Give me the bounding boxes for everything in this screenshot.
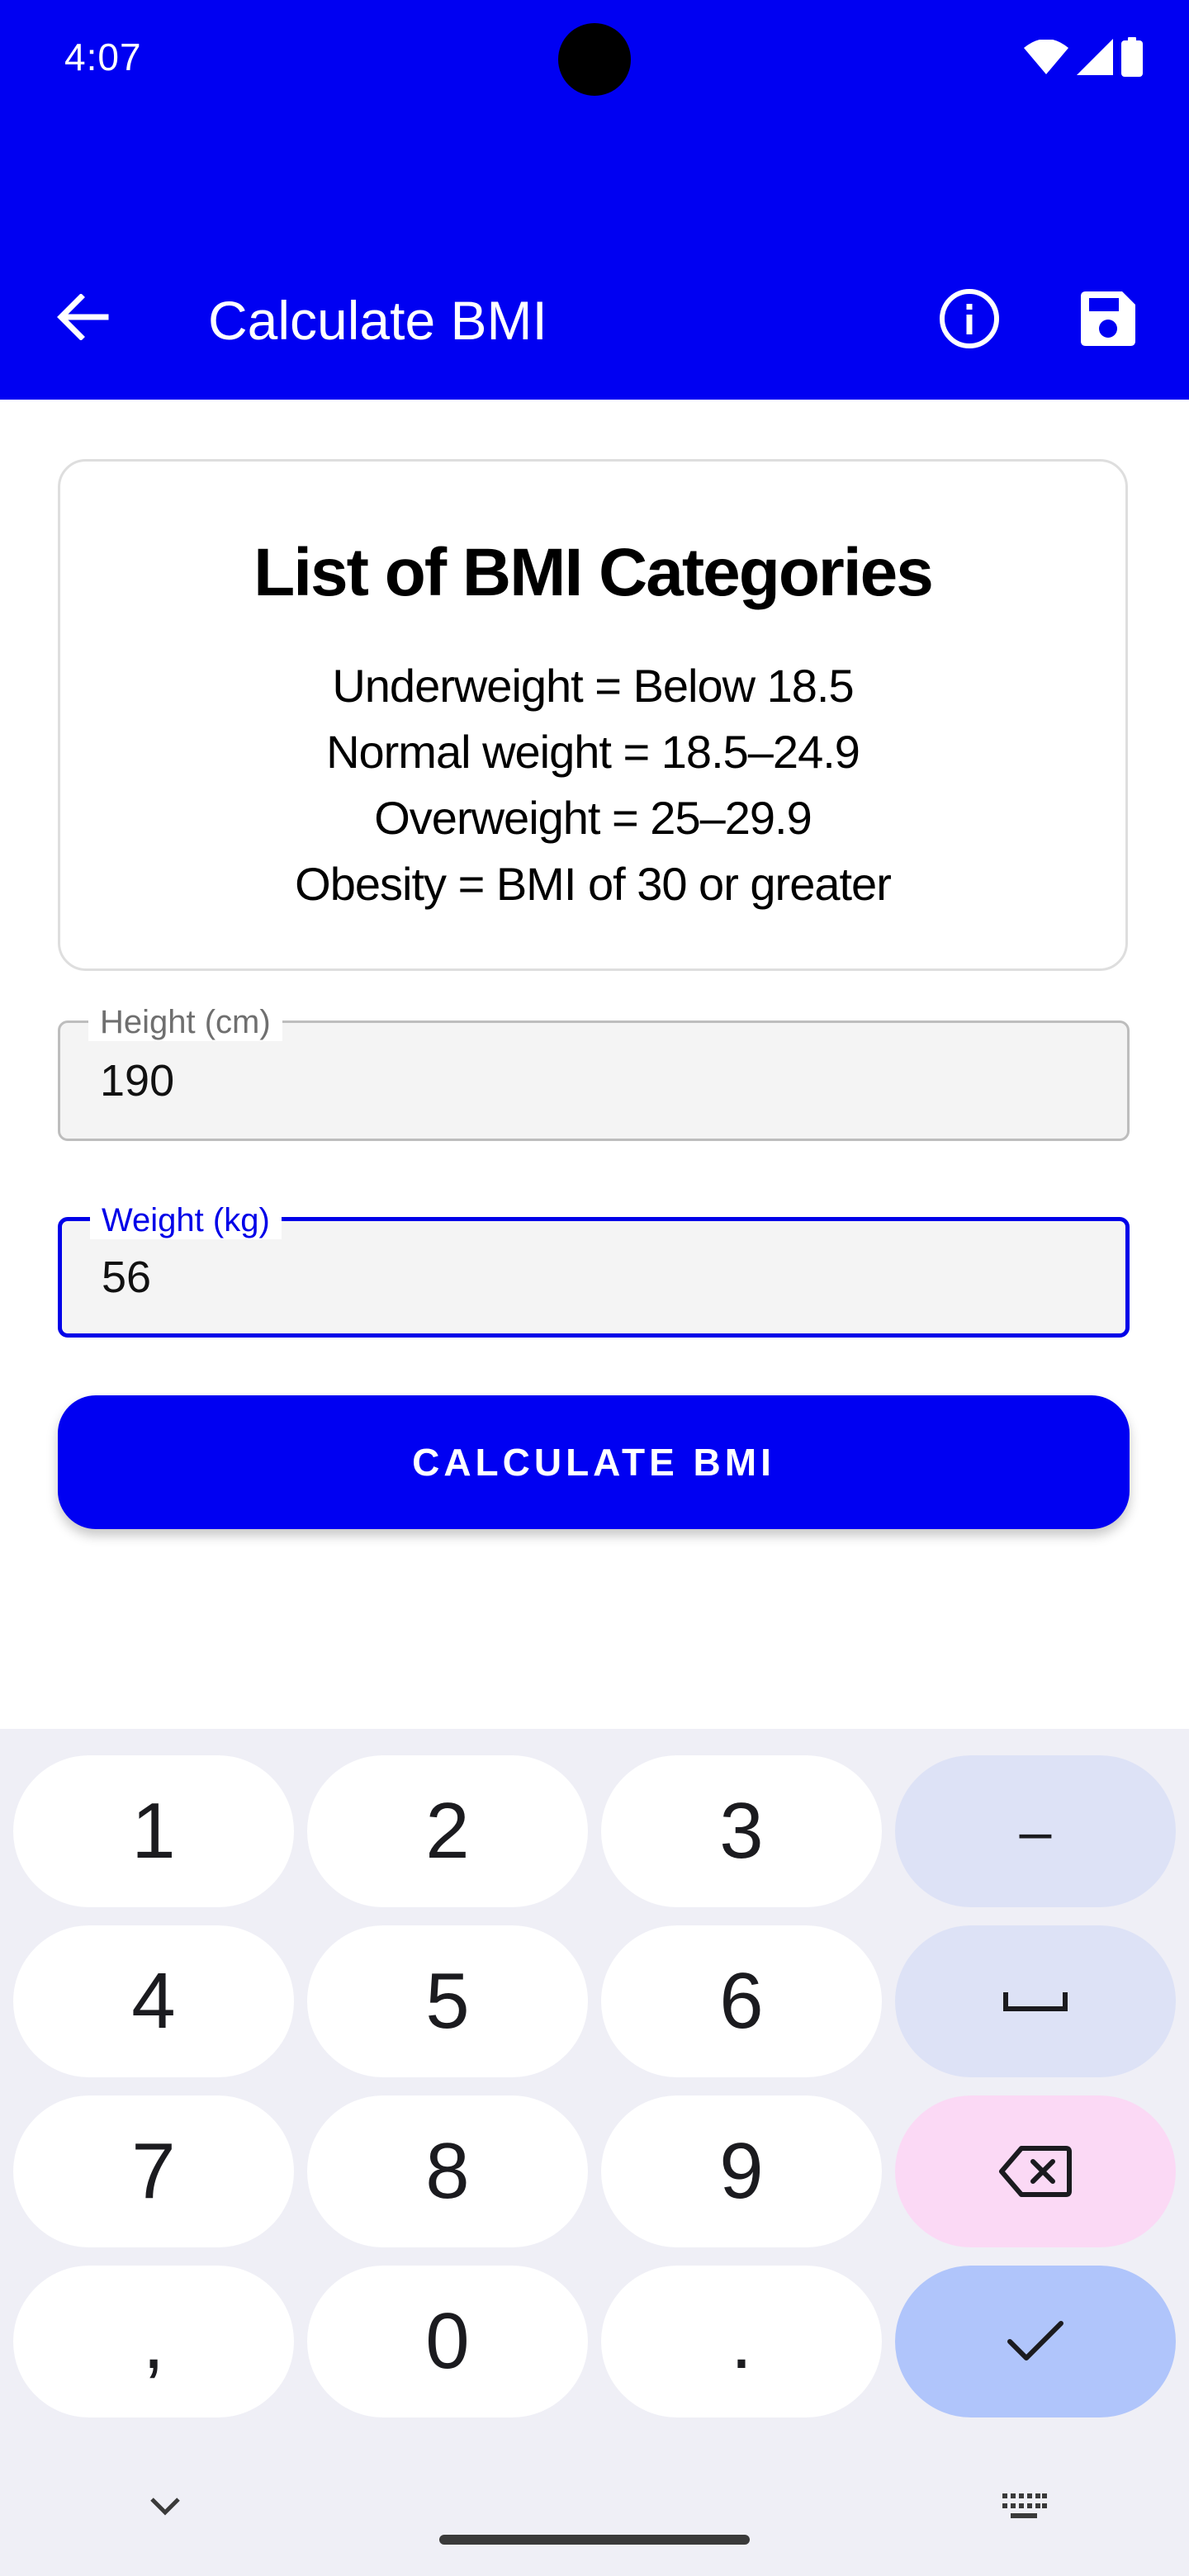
switch-keyboard-button[interactable]: [991, 2474, 1057, 2540]
key-enter[interactable]: [895, 2266, 1176, 2417]
camera-cutout: [558, 23, 631, 96]
space-icon: [1003, 1992, 1068, 2011]
key-3[interactable]: 3: [601, 1755, 882, 1907]
back-arrow-icon: [57, 294, 109, 340]
key-2[interactable]: 2: [307, 1755, 588, 1907]
top-bar: 4:07 Calculate BMI: [0, 0, 1189, 400]
category-list: Underweight = Below 18.5 Normal weight =…: [60, 653, 1125, 917]
status-icons: [1024, 36, 1143, 81]
info-icon: [940, 289, 999, 348]
status-time: 4:07: [64, 36, 142, 78]
battery-icon: [1121, 36, 1143, 81]
category-obesity: Obesity = BMI of 30 or greater: [295, 858, 892, 910]
weight-field[interactable]: Weight (kg) 56: [58, 1201, 1130, 1338]
navigation-handle[interactable]: [439, 2535, 750, 2545]
collapse-keyboard-button[interactable]: [132, 2474, 198, 2540]
key-period[interactable]: .: [601, 2266, 882, 2417]
key-7[interactable]: 7: [13, 2095, 294, 2247]
key-minus[interactable]: –: [895, 1755, 1176, 1907]
key-1[interactable]: 1: [13, 1755, 294, 1907]
calculate-bmi-button[interactable]: CALCULATE BMI: [58, 1395, 1130, 1529]
backspace-icon: [999, 2146, 1072, 2197]
card-title: List of BMI Categories: [253, 535, 934, 610]
key-8[interactable]: 8: [307, 2095, 588, 2247]
category-overweight: Overweight = 25–29.9: [374, 792, 812, 844]
chevron-down-icon: [150, 2498, 180, 2516]
key-delete[interactable]: [895, 2095, 1176, 2247]
weight-field-value: 56: [102, 1252, 152, 1302]
height-field[interactable]: Height (cm) 190: [58, 1003, 1130, 1141]
bmi-categories-card: List of BMI Categories Underweight = Bel…: [58, 459, 1128, 971]
key-4[interactable]: 4: [13, 1925, 294, 2077]
category-underweight: Underweight = Below 18.5: [332, 660, 854, 712]
key-5[interactable]: 5: [307, 1925, 588, 2077]
key-9[interactable]: 9: [601, 2095, 882, 2247]
key-6[interactable]: 6: [601, 1925, 882, 2077]
keyboard-icon: [1002, 2493, 1047, 2518]
save-button[interactable]: [1070, 281, 1146, 357]
key-comma[interactable]: ,: [13, 2266, 294, 2417]
back-button[interactable]: [50, 284, 116, 350]
key-0[interactable]: 0: [307, 2266, 588, 2417]
info-button[interactable]: [931, 281, 1007, 357]
height-field-value: 190: [100, 1056, 175, 1106]
page-title: Calculate BMI: [208, 290, 547, 351]
wifi-icon: [1024, 38, 1068, 78]
category-normal: Normal weight = 18.5–24.9: [326, 726, 860, 778]
signal-icon: [1077, 38, 1113, 79]
save-icon: [1081, 291, 1135, 346]
key-space[interactable]: [895, 1925, 1176, 2077]
checkmark-icon: [1007, 2321, 1063, 2361]
